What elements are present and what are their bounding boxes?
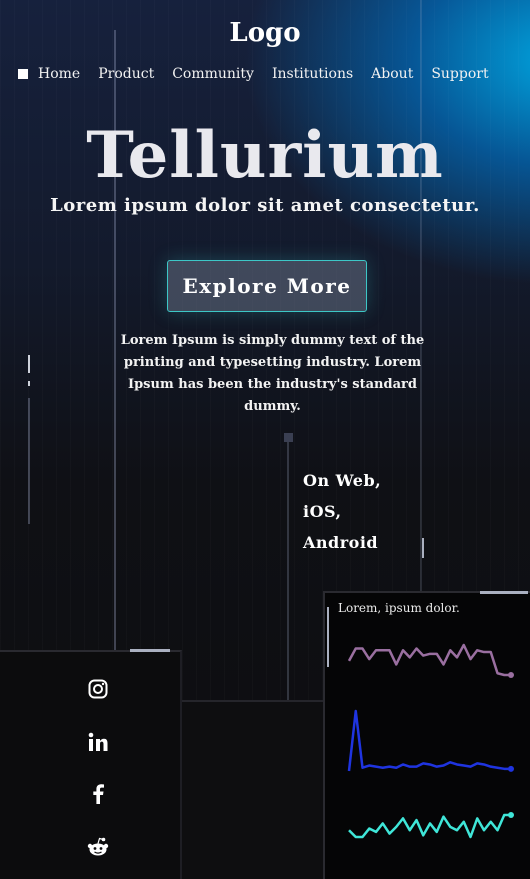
decor-line [420,0,422,600]
hero-title: Tellurium [86,118,444,193]
nav-item-community[interactable]: Community [172,66,254,82]
explore-more-button[interactable]: Explore More [167,260,367,312]
mini-line-charts [347,643,514,839]
nav-bullet-icon [18,69,28,79]
nav-item-about[interactable]: About [371,66,413,82]
nav-item-institutions[interactable]: Institutions [272,66,353,82]
platform-list: On Web, iOS, Android [303,465,381,558]
platform-web: On Web, [303,471,382,490]
main-nav: Home Product Community Institutions Abou… [18,66,507,82]
series-end-point-2 [508,765,514,772]
facebook-icon[interactable] [86,782,110,806]
platform-android: Android [303,533,379,552]
decor-line [422,538,424,558]
hero-subtitle: Lorem ipsum dolor sit amet consectetur. [50,195,480,216]
series-end-point-3 [508,812,514,818]
nav-item-home[interactable]: Home [38,66,80,82]
platform-ios: iOS, [303,502,342,521]
decor-line [287,440,289,702]
series-end-point-1 [508,672,514,678]
center-panel [180,700,325,879]
social-panel [0,649,182,879]
series-line-2 [347,709,511,772]
hero-description: Lorem Ipsum is simply dummy text of the … [120,333,425,414]
reddit-icon[interactable] [86,835,110,859]
chart-panel: Lorem, ipsum dolor. [323,591,530,879]
panel-accent [130,649,170,652]
linkedin-icon[interactable] [86,730,110,754]
series-line-3 [348,813,511,839]
series-line-1 [347,643,511,677]
instagram-icon[interactable] [86,677,110,701]
logo[interactable]: Logo [0,18,530,48]
decor-line [28,398,30,524]
nav-item-product[interactable]: Product [98,66,154,82]
nav-item-support[interactable]: Support [431,66,488,82]
decor-line [28,381,30,386]
decor-line [28,355,30,373]
decor-square [284,433,293,442]
